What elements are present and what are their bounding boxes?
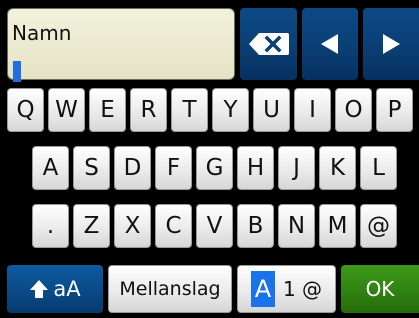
name-input-field[interactable]: Namn — [7, 8, 235, 82]
shift-arrow-icon — [30, 280, 49, 298]
key-o[interactable]: O — [335, 88, 372, 132]
key-q[interactable]: Q — [7, 88, 44, 132]
shift-label: aA — [53, 277, 81, 301]
cursor-right-button[interactable] — [363, 8, 419, 80]
ok-label: OK — [365, 277, 395, 301]
key-at[interactable]: @ — [360, 204, 397, 248]
arrow-right-icon — [383, 34, 400, 54]
key-x[interactable]: X — [114, 204, 151, 248]
key-d[interactable]: D — [114, 146, 151, 190]
keyboard-screen: Namn Q W E R T Y U I O P A S D F G H J K L. Z X C V B N M @ aA Mel… — [0, 0, 419, 318]
key-w[interactable]: W — [48, 88, 85, 132]
backspace-button[interactable] — [240, 8, 297, 80]
key-c[interactable]: C — [155, 204, 192, 248]
shift-case-button[interactable]: aA — [7, 265, 103, 313]
key-s[interactable]: S — [73, 146, 110, 190]
key-p[interactable]: P — [376, 88, 413, 132]
input-label: Namn — [12, 21, 72, 45]
key-m[interactable]: M — [319, 204, 356, 248]
key-j[interactable]: J — [278, 146, 315, 190]
text-caret — [13, 61, 21, 82]
key-f[interactable]: F — [155, 146, 192, 190]
key-l[interactable]: L — [360, 146, 397, 190]
key-n[interactable]: N — [278, 204, 315, 248]
space-label: Mellanslag — [119, 278, 221, 300]
key-y[interactable]: Y — [212, 88, 249, 132]
key-i[interactable]: I — [294, 88, 331, 132]
key-t[interactable]: T — [171, 88, 208, 132]
cursor-left-button[interactable] — [302, 8, 358, 80]
mode-active-letters: A — [250, 271, 275, 307]
mode-other-symbols: 1 @ — [282, 277, 323, 301]
input-mode-button[interactable]: A 1 @ — [237, 265, 336, 313]
key-z[interactable]: Z — [73, 204, 110, 248]
backspace-icon — [248, 33, 289, 55]
key-period[interactable]: . — [32, 204, 69, 248]
key-a[interactable]: A — [32, 146, 69, 190]
key-h[interactable]: H — [237, 146, 274, 190]
key-v[interactable]: V — [196, 204, 233, 248]
ok-button[interactable]: OK — [341, 265, 419, 313]
key-e[interactable]: E — [89, 88, 126, 132]
key-k[interactable]: K — [319, 146, 356, 190]
arrow-left-icon — [321, 34, 338, 54]
space-button[interactable]: Mellanslag — [108, 265, 232, 313]
key-b[interactable]: B — [237, 204, 274, 248]
key-g[interactable]: G — [196, 146, 233, 190]
key-r[interactable]: R — [130, 88, 167, 132]
key-u[interactable]: U — [253, 88, 290, 132]
